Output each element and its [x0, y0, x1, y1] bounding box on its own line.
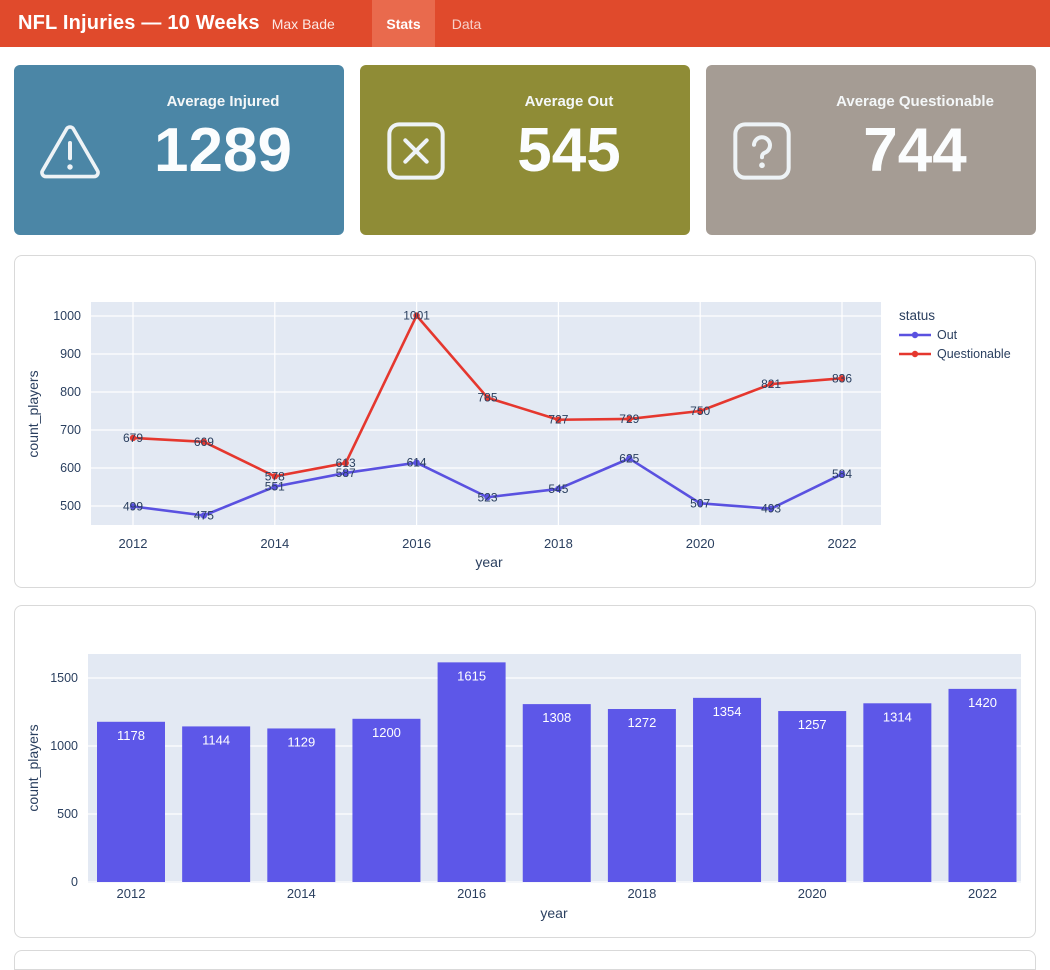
svg-text:679: 679 — [123, 431, 143, 445]
stat-card-title: Average Out — [525, 93, 614, 110]
svg-text:2018: 2018 — [544, 536, 573, 551]
svg-text:584: 584 — [832, 467, 852, 481]
svg-text:700: 700 — [60, 423, 81, 437]
svg-text:750: 750 — [690, 404, 710, 418]
svg-text:year: year — [540, 905, 568, 921]
svg-text:1144: 1144 — [202, 732, 230, 747]
svg-text:507: 507 — [690, 496, 710, 510]
stat-card-value: 1289 — [154, 120, 292, 182]
svg-text:count_players: count_players — [25, 724, 41, 811]
svg-text:year: year — [475, 554, 503, 570]
svg-text:2014: 2014 — [287, 886, 316, 901]
svg-text:625: 625 — [619, 452, 639, 466]
svg-text:614: 614 — [407, 456, 427, 470]
svg-text:0: 0 — [71, 875, 78, 889]
svg-text:Questionable: Questionable — [937, 347, 1011, 361]
svg-text:1129: 1129 — [287, 734, 315, 749]
svg-text:1500: 1500 — [50, 671, 78, 685]
svg-text:475: 475 — [194, 509, 214, 523]
svg-text:900: 900 — [60, 347, 81, 361]
svg-text:499: 499 — [123, 499, 143, 513]
svg-text:2020: 2020 — [686, 536, 715, 551]
svg-text:785: 785 — [477, 391, 497, 405]
bar-chart-card: 0 500 1000 1500 1178 1144 1129 1200 1615 1308 1272… — [14, 605, 1036, 938]
svg-text:Out: Out — [937, 328, 958, 342]
stat-card-text: Average Out 545 — [456, 65, 682, 235]
page-title: NFL Injuries — 10 Weeks — [18, 12, 260, 35]
stat-card-out: Average Out 545 — [360, 65, 690, 235]
stat-card-injured: Average Injured 1289 — [14, 65, 344, 235]
question-square-icon — [730, 119, 794, 183]
stat-cards-row: Average Injured 1289 Average Out 545 Ave… — [14, 65, 1036, 235]
svg-text:1314: 1314 — [883, 709, 912, 724]
svg-text:523: 523 — [477, 490, 497, 504]
svg-text:613: 613 — [336, 456, 356, 470]
warning-triangle-icon — [38, 119, 102, 183]
svg-text:2022: 2022 — [828, 536, 857, 551]
svg-text:1000: 1000 — [53, 309, 81, 323]
svg-text:1257: 1257 — [798, 717, 827, 732]
svg-text:2012: 2012 — [119, 536, 148, 551]
tab-strip: Stats Data — [372, 0, 498, 47]
svg-text:1272: 1272 — [627, 715, 656, 730]
svg-text:727: 727 — [548, 413, 568, 427]
stat-card-questionable: Average Questionable 744 — [706, 65, 1036, 235]
svg-text:status: status — [899, 308, 935, 323]
svg-text:669: 669 — [194, 435, 214, 449]
app-header: NFL Injuries — 10 Weeks Max Bade Stats D… — [0, 0, 1050, 47]
svg-text:500: 500 — [60, 499, 81, 513]
page-subtitle: Max Bade — [272, 16, 335, 32]
x-square-icon — [384, 119, 448, 183]
svg-text:1001: 1001 — [403, 309, 430, 323]
svg-text:1000: 1000 — [50, 739, 78, 753]
svg-text:1615: 1615 — [457, 668, 486, 683]
svg-text:821: 821 — [761, 377, 781, 391]
svg-text:1200: 1200 — [372, 725, 401, 740]
svg-text:2016: 2016 — [457, 886, 486, 901]
bar-chart[interactable]: 0 500 1000 1500 1178 1144 1129 1200 1615 1308 1272… — [15, 606, 1035, 937]
line-chart[interactable]: 2012 2014 2016 2018 2020 2022 500 600 700 800 900 1… — [15, 256, 1035, 587]
stat-card-value: 744 — [863, 120, 966, 182]
next-card-peek — [14, 950, 1036, 970]
svg-text:1308: 1308 — [542, 710, 571, 725]
stat-card-title: Average Injured — [167, 93, 280, 110]
svg-text:2016: 2016 — [402, 536, 431, 551]
svg-text:count_players: count_players — [25, 370, 41, 457]
svg-text:1354: 1354 — [713, 704, 742, 719]
line-chart-card: 2012 2014 2016 2018 2020 2022 500 600 700 800 900 1… — [14, 255, 1036, 588]
svg-text:500: 500 — [57, 807, 78, 821]
stat-card-value: 545 — [517, 120, 620, 182]
svg-text:1420: 1420 — [968, 695, 997, 710]
svg-text:800: 800 — [60, 385, 81, 399]
svg-text:2020: 2020 — [798, 886, 827, 901]
svg-text:1178: 1178 — [117, 728, 145, 743]
tab-data[interactable]: Data — [435, 0, 498, 47]
svg-text:2014: 2014 — [260, 536, 289, 551]
svg-text:836: 836 — [832, 371, 852, 385]
svg-text:545: 545 — [548, 482, 568, 496]
svg-text:600: 600 — [60, 461, 81, 475]
svg-text:2022: 2022 — [968, 886, 997, 901]
svg-text:2012: 2012 — [117, 886, 146, 901]
title-wrap: NFL Injuries — 10 Weeks Max Bade — [0, 12, 335, 35]
stat-card-text: Average Questionable 744 — [802, 65, 1028, 235]
svg-text:493: 493 — [761, 502, 781, 516]
svg-text:2018: 2018 — [627, 886, 656, 901]
stat-card-text: Average Injured 1289 — [110, 65, 336, 235]
stat-card-title: Average Questionable — [836, 93, 994, 110]
svg-text:578: 578 — [265, 469, 285, 483]
svg-text:729: 729 — [619, 412, 639, 426]
tab-stats[interactable]: Stats — [372, 0, 435, 47]
